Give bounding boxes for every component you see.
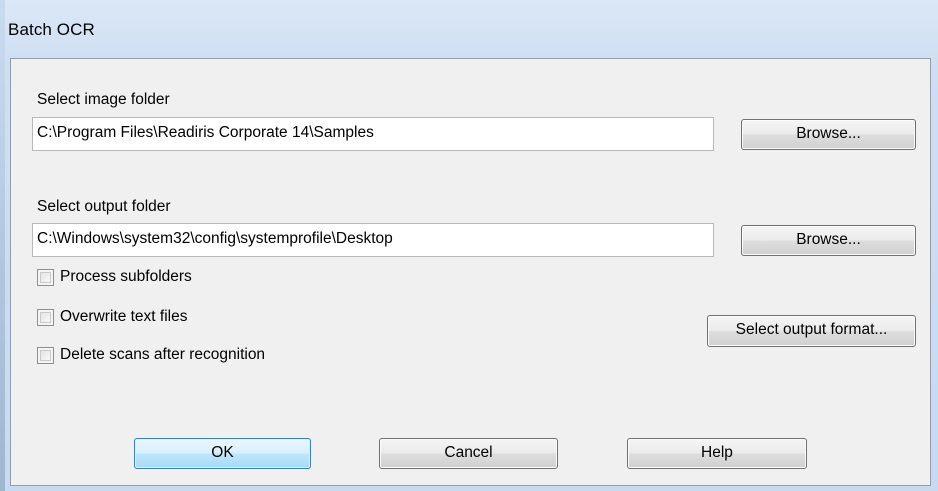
title-bar[interactable]: Batch OCR — [6, 0, 938, 58]
delete-scans-label: Delete scans after recognition — [60, 346, 266, 363]
process-subfolders-option[interactable]: Process subfolders — [37, 268, 277, 288]
browse-output-folder-button[interactable]: Browse... — [741, 225, 916, 256]
select-output-format-button[interactable]: Select output format... — [707, 315, 916, 347]
cancel-button[interactable]: Cancel — [379, 438, 558, 469]
batch-ocr-dialog: Batch OCR Select image folder C:\Program… — [0, 0, 938, 491]
process-subfolders-checkbox[interactable] — [37, 269, 54, 286]
output-folder-label: Select output folder — [37, 198, 171, 215]
overwrite-text-files-option[interactable]: Overwrite text files — [37, 308, 277, 328]
dialog-client-area: Select image folder C:\Program Files\Rea… — [10, 58, 931, 486]
ok-button[interactable]: OK — [134, 438, 311, 469]
overwrite-text-files-label: Overwrite text files — [60, 308, 188, 325]
window-left-edge — [0, 0, 5, 491]
delete-scans-option[interactable]: Delete scans after recognition — [37, 346, 337, 366]
window-title: Batch OCR — [8, 20, 95, 39]
image-folder-input[interactable]: C:\Program Files\Readiris Corporate 14\S… — [32, 117, 714, 151]
image-folder-label: Select image folder — [37, 91, 170, 108]
process-subfolders-label: Process subfolders — [60, 268, 192, 285]
output-folder-input[interactable]: C:\Windows\system32\config\systemprofile… — [32, 223, 714, 257]
browse-image-folder-button[interactable]: Browse... — [741, 119, 916, 150]
overwrite-text-files-checkbox[interactable] — [37, 309, 54, 326]
help-button[interactable]: Help — [627, 438, 807, 469]
delete-scans-checkbox[interactable] — [37, 347, 54, 364]
